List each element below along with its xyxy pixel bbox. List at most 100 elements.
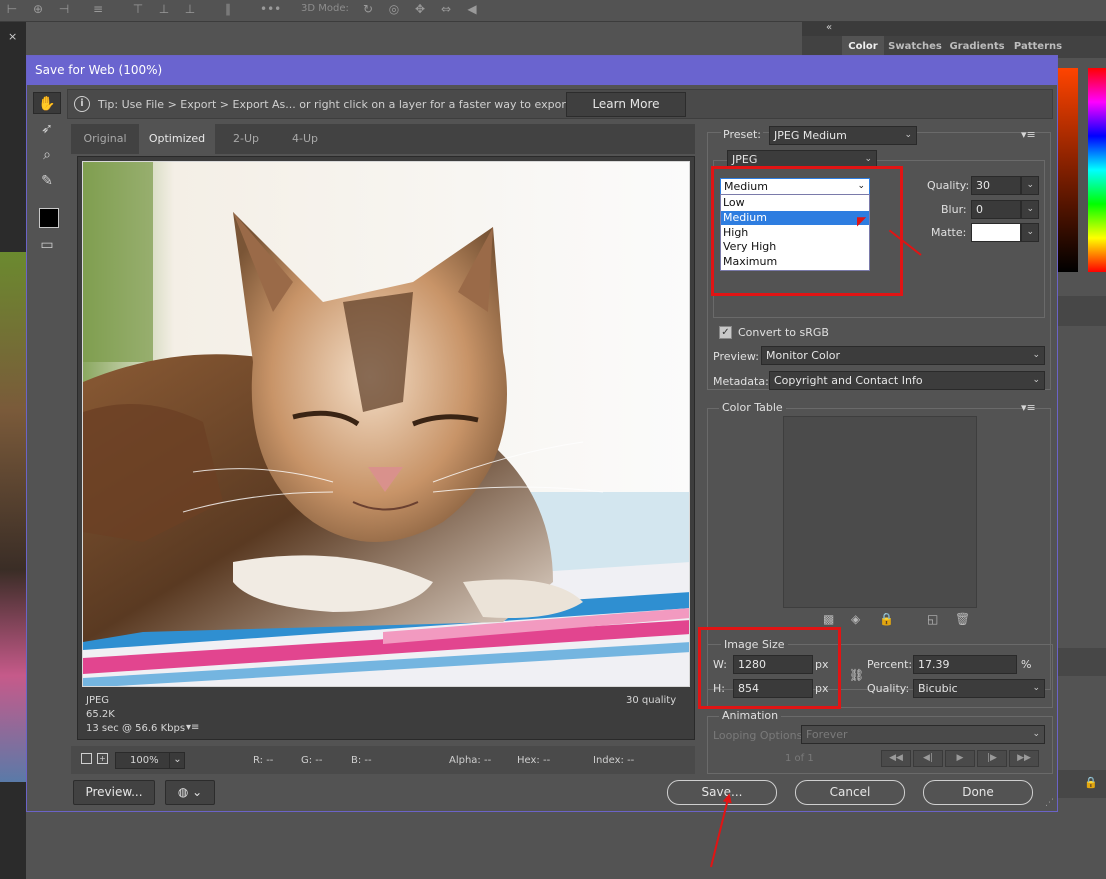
color-table-menu-icon[interactable]: ▾≡ xyxy=(1021,401,1036,414)
panel-strip xyxy=(1058,296,1106,326)
align-top-icon[interactable]: ⊤ xyxy=(130,2,146,16)
tip-text: Tip: Use File > Export > Export As... or… xyxy=(98,98,609,111)
chevron-down-icon: ⌄ xyxy=(1026,204,1034,214)
preview-file-size: 65.2K xyxy=(86,709,115,720)
format-value: JPEG xyxy=(732,153,758,166)
dialog-title[interactable]: Save for Web (100%) xyxy=(27,56,1057,85)
tab-original[interactable]: Original xyxy=(71,124,139,154)
preset-label: Preset: xyxy=(721,128,764,141)
tab-2up[interactable]: 2-Up xyxy=(215,124,277,154)
constrain-proportions-link-icon[interactable]: ⛓ xyxy=(849,668,864,682)
web-shift-icon[interactable]: ◈ xyxy=(851,612,860,626)
preview-download-time: 13 sec @ 56.6 Kbps xyxy=(86,723,186,734)
metadata-select[interactable]: Copyright and Contact Info ⌄ xyxy=(769,371,1045,390)
cat-photo[interactable] xyxy=(82,161,690,687)
optimize-settings: Preset: JPEG Medium ⌄ ▾≡ JPEG ⌄ Medium ⌄ Lo… xyxy=(707,126,1053,690)
cat-image-illustration xyxy=(83,162,689,686)
play-icon[interactable]: ▶ xyxy=(945,750,975,767)
chevron-down-icon: ⌄ xyxy=(1026,180,1034,190)
resample-quality-select[interactable]: Bicubic ⌄ xyxy=(913,679,1045,698)
download-speed-menu-icon[interactable]: ▾≡ xyxy=(186,722,199,733)
chevron-down-icon: ⌄ xyxy=(1026,227,1034,237)
align-bottom-icon[interactable]: ⊥ xyxy=(182,2,198,16)
readout-r: R: -- xyxy=(253,755,274,766)
map-to-transparent-icon[interactable]: ▩ xyxy=(823,612,834,626)
zoom-chevron-down-icon[interactable]: ⌄ xyxy=(169,752,185,769)
quality-slider-dropdown[interactable]: ⌄ xyxy=(1021,176,1039,195)
convert-srgb-checkbox[interactable]: ✓ xyxy=(719,326,732,339)
toggle-slices-icon[interactable]: ▭ xyxy=(33,234,61,256)
preview-button[interactable]: Preview... xyxy=(73,780,155,805)
last-frame-icon[interactable]: ▶▶ xyxy=(1009,750,1039,767)
percent-input[interactable]: 17.39 xyxy=(913,655,1017,674)
zoom-tool-icon[interactable]: ⌕ xyxy=(33,144,61,166)
panel-strip-2 xyxy=(1058,648,1106,676)
new-color-icon[interactable]: ◱ xyxy=(927,612,938,626)
previous-frame-icon[interactable]: ◀| xyxy=(913,750,943,767)
roll-3d-icon[interactable]: ◎ xyxy=(386,2,402,16)
learn-more-button[interactable]: Learn More xyxy=(566,92,686,117)
annotation-highlight-box xyxy=(711,166,903,296)
chevron-down-icon: ⌄ xyxy=(192,785,203,799)
close-doc-icon[interactable]: × xyxy=(8,30,17,43)
looping-options-select[interactable]: Forever ⌄ xyxy=(801,725,1045,744)
metadata-value: Copyright and Contact Info xyxy=(774,374,923,387)
resize-grip-icon[interactable]: ⋰ xyxy=(1045,798,1054,808)
matte-color-swatch[interactable] xyxy=(971,223,1021,242)
preset-select[interactable]: JPEG Medium ⌄ xyxy=(769,126,917,145)
align-left-icon[interactable]: ⊢ xyxy=(4,2,20,16)
tab-optimized[interactable]: Optimized xyxy=(139,124,215,154)
preview-quality: 30 quality xyxy=(626,695,677,706)
blur-slider-dropdown[interactable]: ⌄ xyxy=(1021,200,1039,219)
color-ramp[interactable] xyxy=(1058,68,1078,272)
eyedropper-tool-icon[interactable]: ✎ xyxy=(33,170,61,192)
slide-3d-icon[interactable]: ⇔ xyxy=(438,2,454,16)
zoom-in-icon[interactable]: + xyxy=(97,753,108,764)
delete-color-icon[interactable]: 🗑 xyxy=(955,612,970,626)
readout-hex: Hex: -- xyxy=(517,755,551,766)
preview-mode-select[interactable]: Monitor Color ⌄ xyxy=(761,346,1045,365)
more-icon[interactable]: ••• xyxy=(260,2,281,16)
align-middle-icon[interactable]: ⊥ xyxy=(156,2,172,16)
quality-input[interactable]: 30 xyxy=(971,176,1021,195)
eyedropper-color-swatch[interactable] xyxy=(39,208,59,228)
lock-color-icon[interactable]: 🔒 xyxy=(879,612,894,626)
hand-tool-icon[interactable]: ✋ xyxy=(33,92,61,114)
convert-srgb-label: Convert to sRGB xyxy=(738,326,829,339)
browser-preview-dropdown[interactable]: ◍ ⌄ xyxy=(165,780,215,805)
distribute-icon[interactable]: ≡ xyxy=(90,2,106,16)
next-frame-icon[interactable]: |▶ xyxy=(977,750,1007,767)
chevron-down-icon: ⌄ xyxy=(1032,729,1040,739)
preview-mode-label: Preview: xyxy=(713,350,759,363)
readout-alpha: Alpha: -- xyxy=(449,755,492,766)
chevron-down-icon: ⌄ xyxy=(904,130,912,140)
slice-select-tool-icon[interactable]: ➶ xyxy=(33,118,61,140)
readout-b: B: -- xyxy=(351,755,372,766)
mode-3d-label: 3D Mode: xyxy=(301,3,349,14)
align-right-icon[interactable]: ⊣ xyxy=(56,2,72,16)
chevron-down-icon: ⌄ xyxy=(1032,683,1040,693)
resample-quality-label: Quality: xyxy=(867,682,910,695)
annotation-arrowhead: ◤ xyxy=(857,214,867,228)
color-spectrum[interactable] xyxy=(1088,68,1106,272)
optimize-menu-icon[interactable]: ▾≡ xyxy=(1021,128,1036,141)
animation-title: Animation xyxy=(719,709,782,722)
readout-g: G: -- xyxy=(301,755,323,766)
tab-4up[interactable]: 4-Up xyxy=(277,124,333,154)
matte-dropdown[interactable]: ⌄ xyxy=(1021,223,1039,242)
lock-icon[interactable]: 🔒 xyxy=(1084,776,1098,789)
looping-options-value: Forever xyxy=(806,728,848,741)
browser-icon: ◍ xyxy=(177,785,189,799)
done-button[interactable]: Done xyxy=(923,780,1033,805)
blur-input[interactable]: 0 xyxy=(971,200,1021,219)
percent-unit: % xyxy=(1021,658,1032,671)
align-center-icon[interactable]: ⊕ xyxy=(30,2,46,16)
first-frame-icon[interactable]: ◀◀ xyxy=(881,750,911,767)
collapse-panels-icon[interactable]: « xyxy=(826,22,832,33)
pan-3d-icon[interactable]: ✥ xyxy=(412,2,428,16)
orbit-3d-icon[interactable]: ↻ xyxy=(360,2,376,16)
scale-3d-icon[interactable]: ◀ xyxy=(464,2,480,16)
distribute-vertical-icon[interactable]: ∥ xyxy=(220,2,236,16)
zoom-out-icon[interactable] xyxy=(81,753,92,764)
cancel-button[interactable]: Cancel xyxy=(795,780,905,805)
